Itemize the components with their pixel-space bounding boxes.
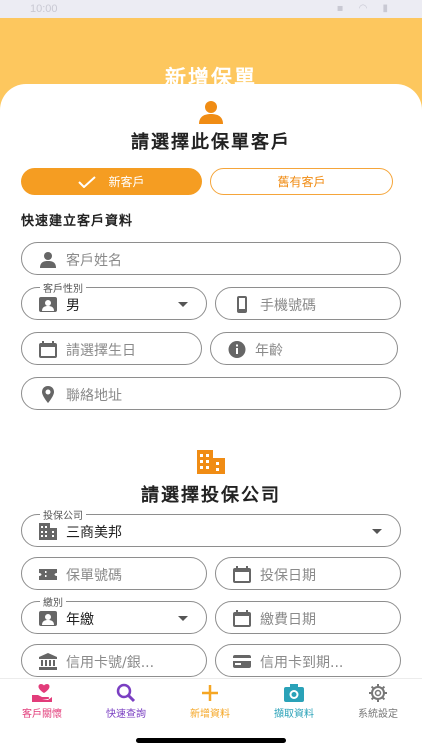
card-expiry-field[interactable]: 信用卡到期... [215, 644, 401, 677]
status-bar: 10:00 ▪ ◠ ▮ [0, 0, 422, 18]
nav-label-system-settings: 系統設定 [358, 709, 398, 720]
birthday-field[interactable]: 請選擇生日 [21, 332, 202, 365]
card-number-field[interactable]: 信用卡號/銀... [21, 644, 207, 677]
payment-legend: 繳別 [40, 594, 66, 609]
age-field[interactable]: 年齡 [210, 332, 398, 365]
address-field[interactable]: 聯絡地址 [21, 377, 401, 410]
heart-hand-icon [32, 684, 52, 702]
age-placeholder: 年齡 [255, 343, 283, 359]
address-placeholder: 聯絡地址 [66, 388, 122, 404]
company-section-title: 請選擇投保公司 [141, 485, 281, 506]
status-time: 10:00 [30, 3, 58, 15]
nav-label-capture-data: 擷取資料 [274, 709, 314, 720]
payment-date-field[interactable]: 繳費日期 [215, 601, 401, 634]
payment-type-select[interactable]: 繳別 年繳 [21, 594, 207, 634]
location-pin-icon [42, 386, 54, 403]
phone-field[interactable]: 手機號碼 [215, 287, 401, 320]
status-icons: ▪ ◠ ▮ [336, 3, 394, 14]
chevron-down-icon [178, 302, 188, 307]
id-card-icon [39, 297, 57, 312]
nav-item-add-data[interactable]: 新增資料 [168, 683, 252, 723]
calendar-icon [233, 566, 251, 583]
payment-type-value: 年繳 [66, 612, 94, 628]
customer-section-title: 請選擇此保單客戶 [131, 132, 291, 153]
existing-customer-label: 舊有客戶 [277, 175, 326, 189]
quick-create-heading: 快速建立客戶資料 [21, 214, 134, 229]
bank-icon [39, 653, 57, 670]
customer-name-field[interactable]: 客戶姓名 [21, 242, 401, 275]
nav-item-customer-care[interactable]: 客戶關懷 [0, 683, 84, 723]
company-select[interactable]: 投保公司 三商美邦 [21, 507, 401, 547]
ticket-icon [39, 569, 57, 580]
form-card: 請選擇此保單客戶 新客戶 舊有客戶 快速建立客戶資料 客戶姓名 客戶性別 男 手… [0, 84, 422, 678]
credit-card-icon [233, 655, 251, 668]
new-customer-label: 新客戶 [108, 175, 145, 189]
info-icon [228, 341, 246, 358]
insure-date-placeholder: 投保日期 [260, 568, 316, 584]
plus-icon [202, 685, 218, 701]
gender-select[interactable]: 客戶性別 男 [21, 280, 207, 320]
card-expiry-placeholder: 信用卡到期... [260, 655, 344, 671]
gear-icon [369, 684, 387, 702]
camera-icon [284, 684, 304, 702]
calendar-icon [233, 610, 251, 627]
insure-date-field[interactable]: 投保日期 [215, 557, 401, 590]
payment-date-placeholder: 繳費日期 [260, 612, 316, 628]
search-icon [116, 683, 136, 703]
phone-icon [237, 296, 247, 313]
phone-placeholder: 手機號碼 [260, 298, 316, 314]
gender-legend: 客戶性別 [40, 280, 86, 295]
nav-label-quick-search: 快速查詢 [106, 709, 146, 720]
card-number-placeholder: 信用卡號/銀... [66, 655, 155, 671]
id-card-icon [39, 611, 57, 626]
chevron-down-icon [372, 529, 382, 534]
nav-item-quick-search[interactable]: 快速查詢 [84, 683, 168, 723]
policy-number-placeholder: 保單號碼 [66, 568, 122, 584]
chevron-down-icon [178, 616, 188, 621]
nav-item-capture-data[interactable]: 擷取資料 [252, 683, 336, 723]
person-icon [199, 101, 223, 124]
gender-value: 男 [66, 298, 80, 314]
building-icon [197, 450, 225, 474]
person-small-icon [40, 252, 56, 268]
nav-label-add-data: 新增資料 [190, 709, 230, 720]
existing-customer-toggle[interactable]: 舊有客戶 [210, 168, 393, 195]
home-indicator [136, 738, 286, 743]
nav-label-customer-care: 客戶關懷 [22, 709, 62, 720]
calendar-icon [39, 341, 57, 358]
company-legend: 投保公司 [40, 507, 86, 522]
company-value: 三商美邦 [66, 525, 122, 541]
nav-item-system-settings[interactable]: 系統設定 [336, 683, 420, 723]
policy-number-field[interactable]: 保單號碼 [21, 557, 207, 590]
company-building-icon [39, 523, 57, 540]
new-customer-toggle[interactable]: 新客戶 [21, 168, 202, 195]
check-icon [78, 175, 97, 188]
birthday-placeholder: 請選擇生日 [66, 343, 136, 359]
customer-name-placeholder: 客戶姓名 [66, 253, 122, 269]
